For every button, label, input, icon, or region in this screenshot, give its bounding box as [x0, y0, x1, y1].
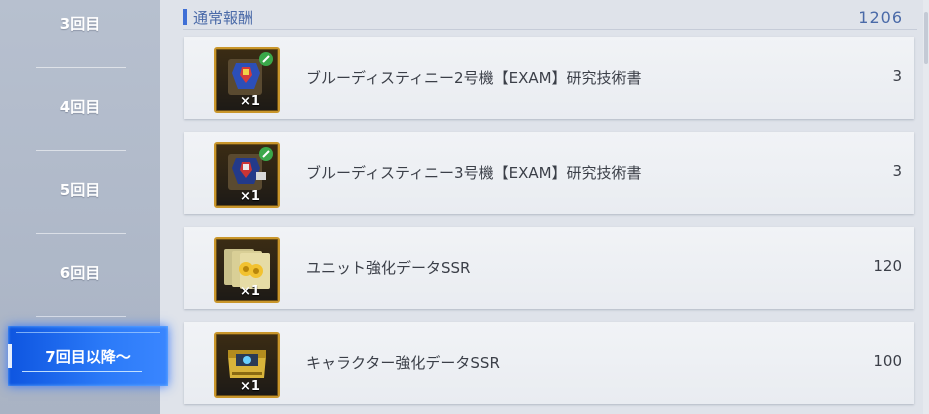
item-name: ブルーディスティニー3号機【EXAM】研究技術書	[306, 164, 642, 182]
sidebar-item-label: 5回目	[59, 180, 101, 199]
scrollbar-thumb[interactable]	[924, 12, 928, 64]
sidebar-item-label: 7回目以降～	[45, 347, 131, 366]
item-count: 100	[873, 352, 902, 370]
sidebar-item-round-5[interactable]: 5回目	[0, 148, 160, 230]
item-name: キャラクター強化データSSR	[306, 354, 500, 372]
item-quantity: ×1	[240, 189, 260, 204]
reward-row[interactable]: ×1 ユニット強化データSSR 120	[184, 227, 914, 309]
item-name: ユニット強化データSSR	[306, 259, 471, 277]
mobile-suit-tech-book-icon: ×1	[214, 47, 280, 113]
mobile-suit-tech-book-icon: ×1	[214, 142, 280, 208]
reward-row[interactable]: ×1 キャラクター強化データSSR 100	[184, 322, 914, 404]
sidebar-item-round-3[interactable]: 3回目	[0, 0, 160, 64]
unit-data-cards-icon: ×1	[214, 237, 280, 303]
sidebar-item-round-7-plus[interactable]: 7回目以降～	[8, 326, 168, 386]
sidebar-item-label: 6回目	[59, 263, 101, 282]
item-count: 3	[892, 162, 902, 180]
sidebar-item-label: 3回目	[59, 14, 101, 33]
section-title: 通常報酬	[193, 9, 254, 27]
item-count: 3	[892, 67, 902, 85]
active-indicator	[8, 344, 12, 368]
item-quantity: ×1	[240, 379, 260, 394]
sidebar-item-round-4[interactable]: 4回目	[0, 65, 160, 147]
sidebar-item-label: 4回目	[59, 97, 101, 116]
header-accent-bar	[183, 9, 187, 25]
item-quantity: ×1	[240, 94, 260, 109]
active-underline	[22, 371, 142, 372]
active-frame-line	[16, 332, 160, 333]
item-name: ブルーディスティニー2号機【EXAM】研究技術書	[306, 69, 642, 87]
section-count: 1206	[858, 8, 903, 27]
sidebar-item-round-6[interactable]: 6回目	[0, 231, 160, 313]
sidebar-divider	[36, 316, 126, 317]
header-divider	[183, 29, 917, 30]
item-quantity: ×1	[240, 284, 260, 299]
character-data-case-icon: ×1	[214, 332, 280, 398]
reward-row[interactable]: ×1 ブルーディスティニー2号機【EXAM】研究技術書 3	[184, 37, 914, 119]
item-count: 120	[873, 257, 902, 275]
reward-row[interactable]: ×1 ブルーディスティニー3号機【EXAM】研究技術書 3	[184, 132, 914, 214]
